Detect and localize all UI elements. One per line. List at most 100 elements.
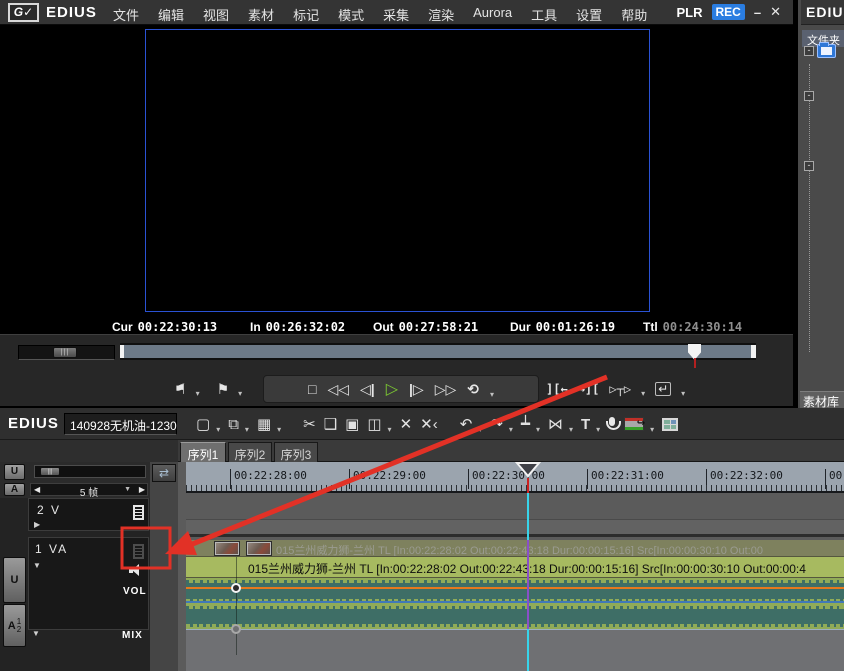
rewind-button[interactable]: ◁◁ — [327, 381, 349, 398]
tab-sequence-2[interactable]: 序列2 — [228, 442, 272, 462]
undo-dropdown[interactable]: ▾ — [478, 425, 482, 434]
title-dropdown[interactable]: ▾ — [596, 425, 600, 434]
mark-out-dropdown[interactable]: ▾ — [238, 389, 242, 398]
track-2v-lane[interactable] — [186, 493, 844, 520]
shuttle-handle[interactable]: ||| — [53, 347, 77, 358]
voiceover-mic-icon[interactable] — [608, 417, 616, 431]
next-frame-button[interactable]: |▷ — [409, 381, 424, 398]
volume-keyframe-node[interactable] — [231, 583, 241, 593]
new-dropdown[interactable]: ▾ — [216, 425, 220, 434]
track-height-slider[interactable]: ||| — [34, 465, 146, 478]
goto-out-button[interactable]: →][ — [578, 382, 600, 396]
clip-label-lane[interactable]: 015兰州威力狮-兰州 TL [In:00:22:28:02 Out:00:22… — [186, 557, 844, 578]
tab-sequence-3[interactable]: 序列3 — [274, 442, 318, 462]
track-1va-collapse-icon[interactable]: ▼ — [33, 561, 41, 570]
add-cut-dropdown[interactable]: ▾ — [536, 425, 540, 434]
redo-dropdown[interactable]: ▾ — [509, 425, 513, 434]
previous-frame-button[interactable]: ◁| — [360, 381, 375, 398]
track-header-1va[interactable]: 1 VA ▼ VOL — [28, 537, 149, 630]
folder-icon[interactable] — [817, 44, 836, 58]
track-height-handle[interactable]: ||| — [40, 467, 60, 476]
mix-keyframe-node[interactable] — [231, 624, 241, 634]
vol-rubberband-label[interactable]: VOL — [123, 586, 147, 597]
tree-collapse-icon[interactable]: - — [804, 161, 814, 171]
clip-thumbnail-lane[interactable]: 015兰州威力狮-兰州 TL [In:00:22:28:02 Out:00:22… — [186, 540, 844, 557]
export-icon[interactable]: ↪ — [624, 417, 644, 431]
bin-library-bar[interactable]: 素材库 — [800, 391, 844, 408]
redo-icon[interactable]: ↷ — [490, 415, 503, 433]
export-to-tape-button[interactable]: ↵ — [655, 382, 671, 396]
cut-icon[interactable]: ✂ — [303, 415, 316, 433]
replace-dropdown[interactable]: ▾ — [388, 425, 392, 434]
track-2v-sublane[interactable] — [186, 520, 844, 537]
layout-grid-icon[interactable] — [662, 418, 678, 431]
transition-icon[interactable]: ⋈ — [548, 415, 563, 433]
title-tool-icon[interactable]: T — [581, 416, 590, 433]
volume-rubberband-line[interactable] — [186, 587, 844, 589]
menu-aurora[interactable]: Aurora — [473, 5, 512, 24]
play-around-cursor-button[interactable]: ▷┬▷ — [609, 382, 631, 396]
menu-view[interactable]: 视图 — [203, 5, 229, 24]
menu-edit[interactable]: 编辑 — [158, 5, 184, 24]
audio-monitor-button[interactable]: A — [4, 483, 25, 496]
va-audio-channel-button[interactable]: A 12 — [3, 604, 26, 647]
menu-file[interactable]: 文件 — [113, 5, 139, 24]
tree-collapse-icon[interactable]: - — [804, 91, 814, 101]
replace-clip-icon[interactable]: ◫ — [367, 415, 381, 433]
mix-rubberband-label[interactable]: MIX — [122, 630, 143, 641]
delete-icon[interactable]: ✕ — [400, 415, 413, 433]
undo-icon[interactable]: ↶ — [460, 415, 473, 433]
play-dropdown[interactable]: ▾ — [490, 390, 494, 399]
new-sequence-icon[interactable]: ▢ — [196, 415, 210, 433]
menu-render[interactable]: 渲染 — [428, 5, 454, 24]
mark-in-dropdown[interactable]: ▾ — [196, 389, 200, 398]
goto-in-button[interactable]: ][← — [546, 382, 568, 396]
track-swap-icon[interactable]: ⇄ — [152, 464, 176, 482]
export-to-tape-dropdown[interactable]: ▾ — [681, 389, 685, 398]
mark-in-button[interactable]: ⚑ — [174, 381, 187, 398]
copy-icon[interactable]: ❑ — [324, 415, 337, 433]
open-project-icon[interactable]: ⧉ — [228, 416, 239, 433]
transition-dropdown[interactable]: ▾ — [569, 425, 573, 434]
save-project-icon[interactable]: ▦ — [257, 415, 271, 433]
track-2v-expand-icon[interactable]: ▶ — [34, 520, 40, 529]
rec-mode-button[interactable]: REC — [712, 4, 745, 20]
menu-settings[interactable]: 设置 — [576, 5, 602, 24]
menu-tools[interactable]: 工具 — [531, 5, 557, 24]
plr-mode-button[interactable]: PLR — [677, 5, 703, 20]
play-button[interactable]: ▷ — [386, 379, 398, 399]
menu-help[interactable]: 帮助 — [621, 5, 647, 24]
track-header-2v[interactable]: 2 V — [28, 498, 149, 531]
paste-icon[interactable]: ▣ — [345, 415, 359, 433]
position-bar[interactable] — [120, 343, 756, 360]
mix-lane[interactable] — [186, 629, 844, 671]
menu-clip[interactable]: 素材 — [248, 5, 274, 24]
close-button[interactable]: ✕ — [770, 4, 781, 20]
frame-step-right-icon[interactable]: ▶ — [139, 485, 145, 494]
mute-all-button[interactable]: U — [4, 464, 25, 480]
add-cut-point-icon[interactable]: ┷ — [521, 415, 530, 433]
shuttle-slider[interactable]: ||| — [18, 345, 115, 360]
mix-collapse-icon[interactable]: ▼ — [32, 629, 40, 638]
menu-marker[interactable]: 标记 — [293, 5, 319, 24]
menu-mode[interactable]: 模式 — [338, 5, 364, 24]
minimize-button[interactable]: – — [754, 5, 761, 20]
pan-rubberband-line[interactable] — [186, 601, 844, 603]
play-around-dropdown[interactable]: ▾ — [641, 389, 645, 398]
fast-forward-button[interactable]: ▷▷ — [435, 381, 457, 398]
loop-play-button[interactable]: ⟲ — [467, 381, 479, 398]
open-dropdown[interactable]: ▾ — [245, 425, 249, 434]
ripple-delete-icon[interactable]: ✕‹ — [420, 415, 438, 433]
video-mute-icon-dimmed[interactable] — [133, 544, 144, 559]
save-dropdown[interactable]: ▾ — [277, 425, 281, 434]
va-mute-button[interactable]: U — [3, 557, 26, 603]
menu-capture[interactable]: 采集 — [383, 5, 409, 24]
audio-mute-speaker-icon[interactable] — [129, 564, 143, 576]
mark-out-button[interactable]: ⚑ — [217, 381, 230, 398]
audio-waveform-channel-2[interactable] — [186, 604, 844, 629]
tab-sequence-1[interactable]: 序列1 — [180, 442, 226, 462]
playhead-marker[interactable] — [515, 462, 541, 478]
frame-step-dropdown-icon[interactable]: ▼ — [124, 486, 131, 493]
stop-button[interactable]: □ — [308, 381, 316, 397]
frame-step-control[interactable]: ◀ 5 帧 ▼ ▶ — [30, 483, 148, 496]
